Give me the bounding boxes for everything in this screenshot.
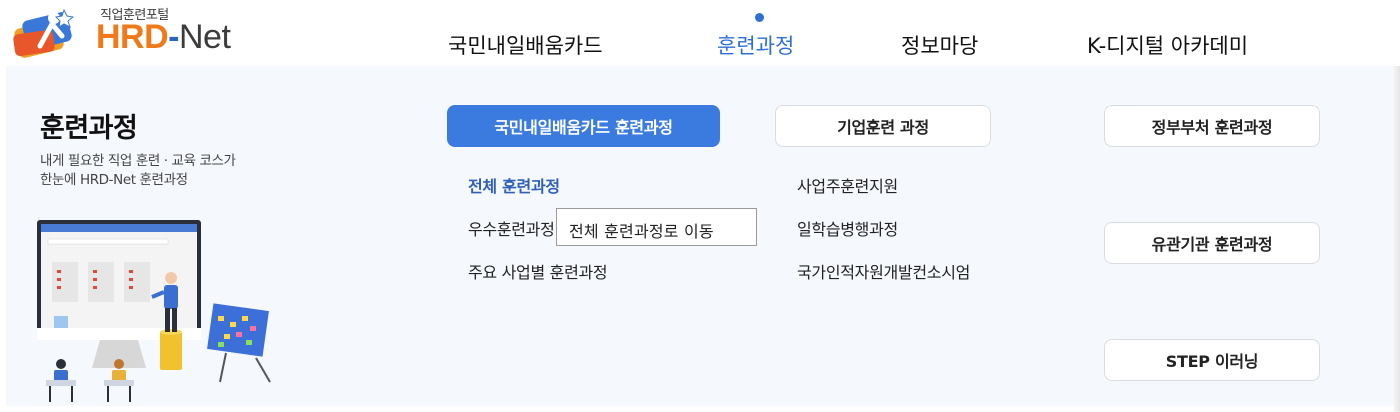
logo-emblem-icon <box>13 8 75 58</box>
section-description: 내게 필요한 직업 훈련 · 교육 코스가 한눈에 HRD-Net 훈련과정 <box>40 152 236 190</box>
gov-course-button[interactable]: 정부부처 훈련과정 <box>1104 105 1320 147</box>
link-nqs-consortium[interactable]: 국가인적자원개발컨소시엄 <box>797 259 970 283</box>
logo-hrd: HRD <box>96 18 169 56</box>
nav-national-card[interactable]: 국민내일배움카드 <box>448 30 603 60</box>
training-illustration <box>37 220 271 402</box>
logo-dash: - <box>168 18 179 56</box>
page-root: 직업훈련포털 HRD-Net 국민내일배움카드 훈련과정 정보마당 K-디지털 … <box>0 0 1400 412</box>
hrd-net-logo[interactable]: 직업훈련포털 HRD-Net <box>12 2 252 62</box>
desc-line-2: 한눈에 HRD-Net 훈련과정 <box>40 172 188 188</box>
related-course-button[interactable]: 유관기관 훈련과정 <box>1104 222 1320 264</box>
link-work-study[interactable]: 일학습병행과정 <box>797 216 898 240</box>
top-header: 직업훈련포털 HRD-Net 국민내일배움카드 훈련과정 정보마당 K-디지털 … <box>0 0 1400 66</box>
nav-info[interactable]: 정보마당 <box>901 30 978 60</box>
link-all-courses[interactable]: 전체 훈련과정 <box>468 173 560 197</box>
section-title: 훈련과정 <box>40 113 138 144</box>
link-excellent-courses[interactable]: 우수훈련과정 <box>468 216 555 240</box>
link-tooltip: 전체 훈련과정로 이동 <box>556 208 757 246</box>
nav-k-digital[interactable]: K-디지털 아카데미 <box>1087 30 1248 60</box>
step-elearning-button[interactable]: STEP 이러닝 <box>1104 339 1320 381</box>
link-major-business-courses[interactable]: 주요 사업별 훈련과정 <box>468 259 608 283</box>
card-course-button[interactable]: 국민내일배움카드 훈련과정 <box>447 105 720 147</box>
company-course-button[interactable]: 기업훈련 과정 <box>775 105 991 147</box>
nav-active-indicator <box>755 13 764 22</box>
panel-edge <box>1394 66 1400 412</box>
link-employer-support[interactable]: 사업주훈련지원 <box>797 173 898 197</box>
logo-wordmark: HRD-Net <box>96 18 231 57</box>
logo-net: Net <box>179 18 231 56</box>
desc-line-1: 내게 필요한 직업 훈련 · 교육 코스가 <box>40 153 236 169</box>
nav-training-courses[interactable]: 훈련과정 <box>717 30 794 60</box>
